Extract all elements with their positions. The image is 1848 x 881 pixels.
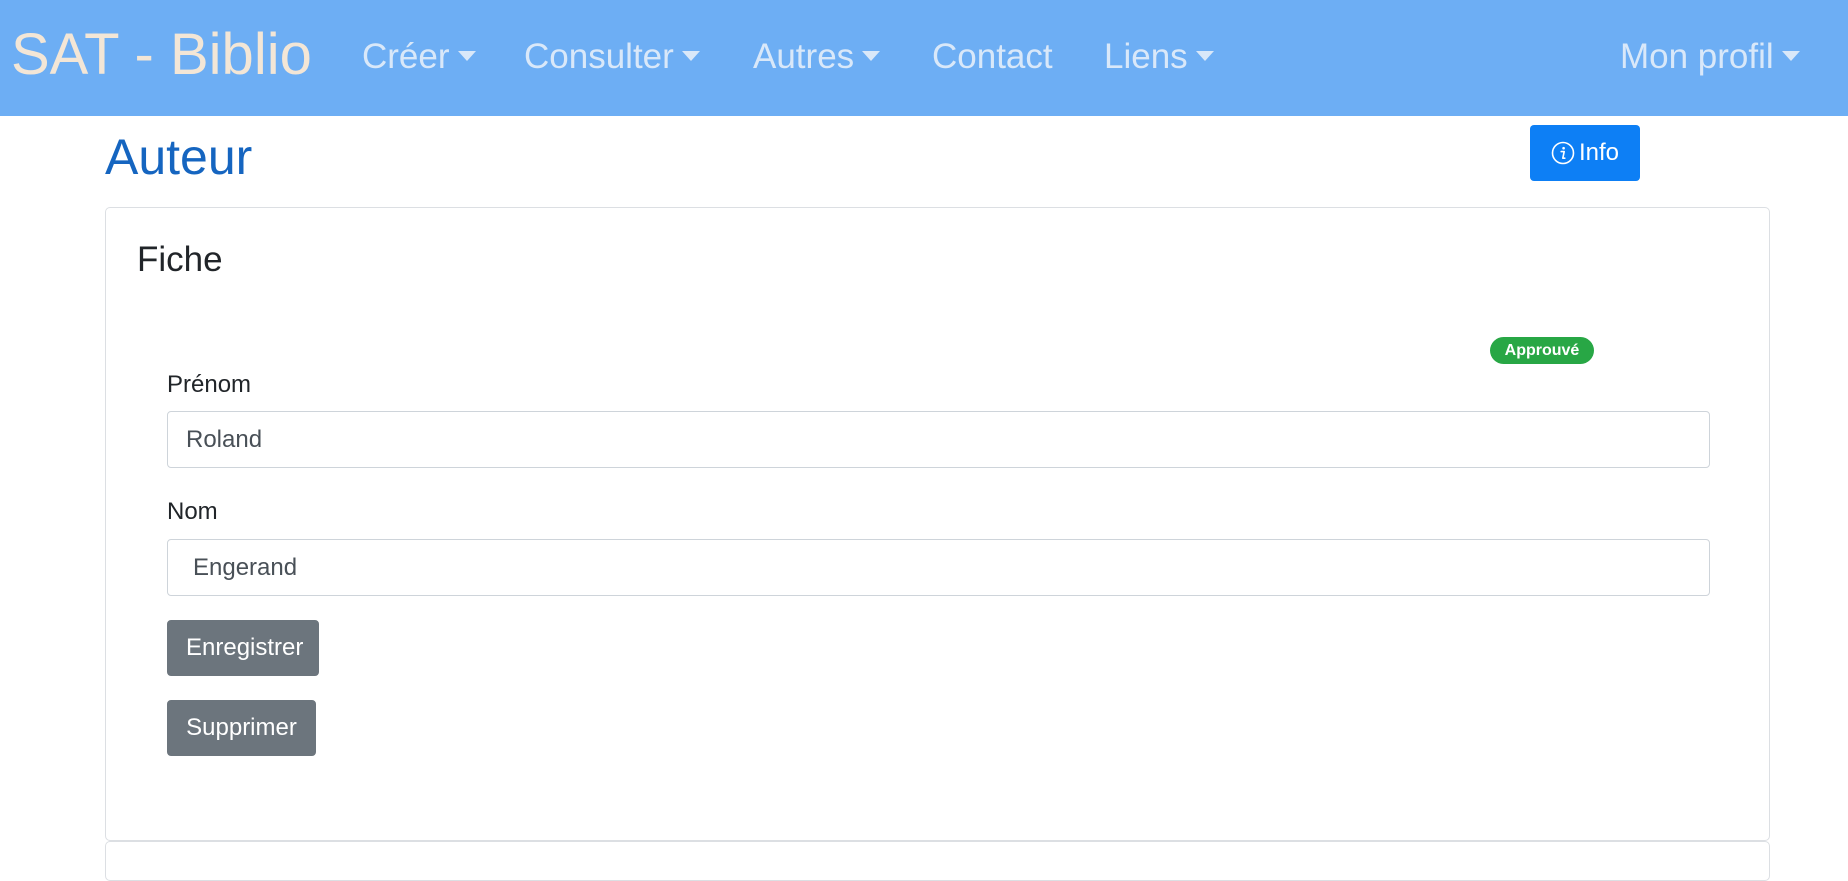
prenom-label: Prénom	[167, 371, 252, 398]
info-button[interactable]: Info	[1530, 125, 1640, 181]
caret-down-icon	[862, 51, 881, 61]
prenom-input[interactable]	[167, 411, 1710, 468]
next-card	[105, 841, 1770, 881]
nav-item-label: Contact	[932, 37, 1053, 76]
page-title: Auteur	[105, 129, 253, 185]
nav-item-consulter[interactable]: Consulter	[524, 34, 700, 80]
nav-item-label: Créer	[362, 37, 450, 76]
caret-down-icon	[457, 51, 476, 61]
delete-button[interactable]: Supprimer	[167, 700, 316, 756]
nav-item-label: Liens	[1104, 37, 1188, 76]
caret-down-icon	[1195, 51, 1214, 61]
save-button[interactable]: Enregistrer	[167, 620, 319, 676]
caret-down-icon	[681, 51, 700, 61]
nav-item-contact[interactable]: Contact	[932, 34, 1053, 80]
top-navbar: SAT - Biblio Créer Consulter Autres Cont…	[0, 0, 1848, 116]
status-badge: Approuvé	[1490, 337, 1594, 364]
nav-item-label: Mon profil	[1620, 37, 1774, 76]
nav-item-autres[interactable]: Autres	[753, 34, 881, 80]
nom-input[interactable]	[167, 539, 1710, 596]
fiche-card: Fiche Approuvé Prénom Nom Enregistrer Su…	[105, 207, 1770, 841]
info-circle-icon	[1551, 141, 1575, 165]
card-title: Fiche	[137, 240, 223, 279]
nom-label: Nom	[167, 498, 218, 525]
nav-item-profile[interactable]: Mon profil	[1620, 34, 1800, 80]
info-button-label: Info	[1578, 139, 1620, 166]
nav-item-liens[interactable]: Liens	[1104, 34, 1214, 80]
nav-item-label: Consulter	[524, 37, 674, 76]
caret-down-icon	[1781, 51, 1800, 61]
nav-item-label: Autres	[753, 37, 855, 76]
nav-item-creer[interactable]: Créer	[362, 34, 476, 80]
brand-link[interactable]: SAT - Biblio	[11, 14, 312, 96]
